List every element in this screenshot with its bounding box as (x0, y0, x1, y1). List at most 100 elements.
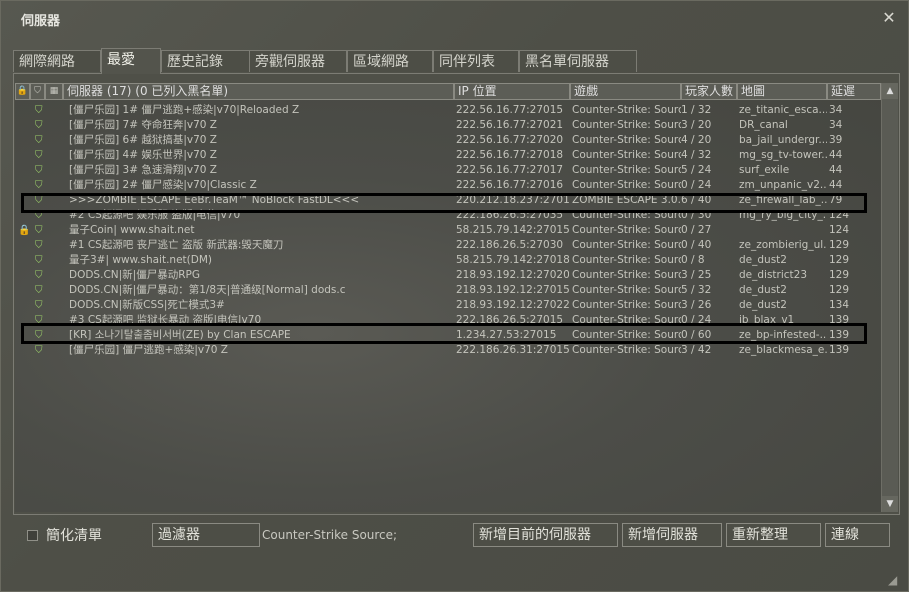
shield-icon: ⛉ (35, 330, 43, 341)
map-column-header[interactable]: 地圖 (737, 83, 827, 100)
table-row[interactable]: ⛉ >>>ZOMBIE ESCAPE EeBr.TeaM™ NoBlock Fas… (15, 193, 881, 208)
table-row[interactable]: ⛉ [僵尸乐园] 7# 夺命狂奔|v70 Z 222.56.16.77:27021 C… (15, 118, 881, 133)
scrollbar[interactable]: ▲ ▼ (881, 83, 898, 512)
server-name: DODS.CN|新版CSS|死亡模式3# (69, 299, 225, 311)
shield-icon: ⛉ (35, 240, 43, 251)
server-game: Counter-Strike: Source (572, 329, 681, 341)
server-ip: 218.93.192.12:27022 (456, 299, 569, 311)
name-column-header[interactable]: 伺服器 (17) (0 已列入黑名單) (63, 83, 454, 100)
tab-6[interactable]: 黑名單伺服器 (519, 50, 637, 72)
server-ip: 58.215.79.142:27015 (456, 224, 569, 236)
server-players: 4 / 32 (681, 149, 712, 161)
shield-icon: ⛉ (35, 120, 43, 131)
table-row[interactable]: ⛉ DODS.CN|新版CSS|死亡模式3# 218.93.192.12:27022… (15, 298, 881, 313)
resize-grip-icon[interactable]: ◢ (888, 573, 904, 589)
tab-5[interactable]: 同伴列表 (433, 50, 519, 72)
server-game: Counter-Strike: Source (572, 269, 681, 281)
lock-column-header[interactable]: 🔒 (15, 83, 30, 100)
server-latency: 34 (829, 104, 843, 116)
server-players: 0 / 40 (681, 239, 712, 251)
lock-icon: 🔒 (16, 86, 29, 96)
table-row[interactable]: ⛉ 量子3#| www.shait.net(DM) 58.215.79.142:27… (15, 253, 881, 268)
table-row[interactable]: 🔒 ⛉ 量子Coin| www.shait.net 58.215.79.142:270… (15, 223, 881, 238)
refresh-button[interactable]: 重新整理 (726, 523, 821, 547)
latency-column-header[interactable]: 延遲 (827, 83, 881, 100)
server-map: mg_sg_tv-tower... (739, 149, 827, 161)
players-column-header[interactable]: 玩家人數 (681, 83, 737, 100)
vac-column-header[interactable]: ⛉ (30, 83, 45, 100)
table-row[interactable]: ⛉ DODS.CN|新|僵尸暴动RPG 218.93.192.12:27020 Cou… (15, 268, 881, 283)
scroll-up-arrow-icon[interactable]: ▲ (882, 83, 898, 99)
table-row[interactable]: ⛉ [僵尸乐园] 2# 僵尸感染|v70|Classic Z 222.56.16.7… (15, 178, 881, 193)
table-row[interactable]: ⛉ [僵尸乐园] 1# 僵尸逃跑+感染|v70|Reloaded Z 222.56.… (15, 103, 881, 118)
server-map: ze_zombierig_ul... (739, 239, 827, 251)
server-map: zm_unpanic_v2... (739, 179, 827, 191)
server-latency: 44 (829, 179, 843, 191)
server-ip: 222.186.26.5:27015 (456, 314, 564, 326)
shield-icon: ⛉ (35, 165, 43, 176)
connect-button[interactable]: 連線 (825, 523, 890, 547)
server-map: ba_jail_undergr... (739, 134, 827, 146)
server-latency: 129 (829, 269, 850, 281)
filter-button[interactable]: 過濾器 (152, 523, 260, 547)
server-list-header: 🔒 ⛉ ▦ 伺服器 (17) (0 已列入黑名單) IP 位置 遊戲 玩家人數 … (15, 83, 881, 100)
close-icon[interactable]: ✕ (881, 10, 897, 26)
server-list[interactable]: 🔒 ⛉ ▦ 伺服器 (17) (0 已列入黑名單) IP 位置 遊戲 玩家人數 … (15, 83, 881, 512)
server-ip: 222.186.26.31:27015 (456, 344, 569, 356)
shield-icon: ⛉ (34, 86, 41, 96)
server-name: [僵尸乐园] 3# 急速滑翔|v70 Z (69, 164, 217, 176)
server-latency: 139 (829, 314, 850, 326)
table-row[interactable]: ⛉ #2 CS起源吧 娱乐服 盗版|电信|v70 222.186.26.5:2703… (15, 208, 881, 223)
table-row[interactable]: ⛉ [KR] 소나기탈출좀비서버(ZE) by Clan ESCAPE 1.234.… (15, 328, 881, 343)
table-row[interactable]: ⛉ #3 CS起源吧 监狱长暴动 盗版|电信|v70 222.186.26.5:27… (15, 313, 881, 328)
server-game: Counter-Strike: Source (572, 284, 681, 296)
table-row[interactable]: ⛉ #1 CS起源吧 丧尸逃亡 盗版 新武器:毁天魔刀 222.186.26.5:2… (15, 238, 881, 253)
server-game: Counter-Strike: Source (572, 254, 681, 266)
simplify-list-label[interactable]: 簡化清單 (46, 525, 102, 545)
table-row[interactable]: ⛉ [僵尸乐园] 僵尸逃跑+感染|v70 Z 222.186.26.31:27015… (15, 343, 881, 358)
server-name: [僵尸乐园] 1# 僵尸逃跑+感染|v70|Reloaded Z (69, 104, 300, 116)
tab-0[interactable]: 網際網路 (13, 50, 101, 72)
bots-column-header[interactable]: ▦ (45, 83, 63, 100)
server-players: 0 / 60 (681, 329, 712, 341)
shield-icon: ⛉ (35, 300, 43, 311)
bots-icon: ▦ (49, 86, 59, 96)
server-players: 0 / 8 (681, 254, 705, 266)
server-players: 6 / 40 (681, 194, 712, 206)
server-name: >>>ZOMBIE ESCAPE EeBr.TeaM™ NoBlock Fast… (69, 194, 360, 206)
tab-2[interactable]: 歷史記錄 (161, 50, 261, 72)
server-ip: 222.186.26.5:27035 (456, 209, 564, 221)
title-bar[interactable]: 伺服器 ✕ (1, 1, 908, 35)
server-map: ze_firewall_lab_... (739, 194, 827, 206)
server-list-panel: 🔒 ⛉ ▦ 伺服器 (17) (0 已列入黑名單) IP 位置 遊戲 玩家人數 … (13, 73, 900, 515)
game-column-header[interactable]: 遊戲 (570, 83, 681, 100)
add-server-button[interactable]: 新增伺服器 (622, 523, 722, 547)
server-map: de_dust2 (739, 284, 787, 296)
server-ip: 222.56.16.77:27017 (456, 164, 564, 176)
server-name: DODS.CN|新|僵尸暴动RPG (69, 269, 200, 281)
table-row[interactable]: ⛉ [僵尸乐园] 4# 娱乐世界|v70 Z 222.56.16.77:27018 C… (15, 148, 881, 163)
add-current-server-button[interactable]: 新增目前的伺服器 (473, 523, 618, 547)
server-game: Counter-Strike: Source (572, 119, 681, 131)
server-game: Counter-Strike: Source (572, 344, 681, 356)
lock-cell (18, 253, 30, 268)
server-players: 0 / 30 (681, 209, 712, 221)
server-name: [僵尸乐园] 6# 越狱搞基|v70 Z (69, 134, 217, 146)
server-name: [僵尸乐园] 4# 娱乐世界|v70 Z (69, 149, 217, 161)
server-players: 3 / 42 (681, 344, 712, 356)
ip-column-header[interactable]: IP 位置 (454, 83, 570, 100)
table-row[interactable]: ⛉ [僵尸乐园] 6# 越狱搞基|v70 Z 222.56.16.77:27020 C… (15, 133, 881, 148)
server-ip: 222.56.16.77:27020 (456, 134, 564, 146)
tab-4[interactable]: 區域網路 (347, 50, 433, 72)
table-row[interactable]: ⛉ DODS.CN|新|僵尸暴动：第1/8天|普通级[Normal] dods.c… (15, 283, 881, 298)
table-row[interactable]: ⛉ [僵尸乐园] 3# 急速滑翔|v70 Z 222.56.16.77:27017 C… (15, 163, 881, 178)
tab-3[interactable]: 旁觀伺服器 (249, 50, 347, 72)
simplify-list-checkbox[interactable] (27, 530, 38, 541)
shield-icon: ⛉ (35, 105, 43, 116)
server-players: 4 / 20 (681, 134, 712, 146)
server-name: #2 CS起源吧 娱乐服 盗版|电信|v70 (69, 209, 241, 221)
lock-icon: 🔒 (18, 225, 30, 236)
tab-1[interactable]: 最愛 (101, 48, 161, 74)
server-game: Counter-Strike: Source (572, 209, 681, 221)
scroll-down-arrow-icon[interactable]: ▼ (882, 496, 898, 512)
